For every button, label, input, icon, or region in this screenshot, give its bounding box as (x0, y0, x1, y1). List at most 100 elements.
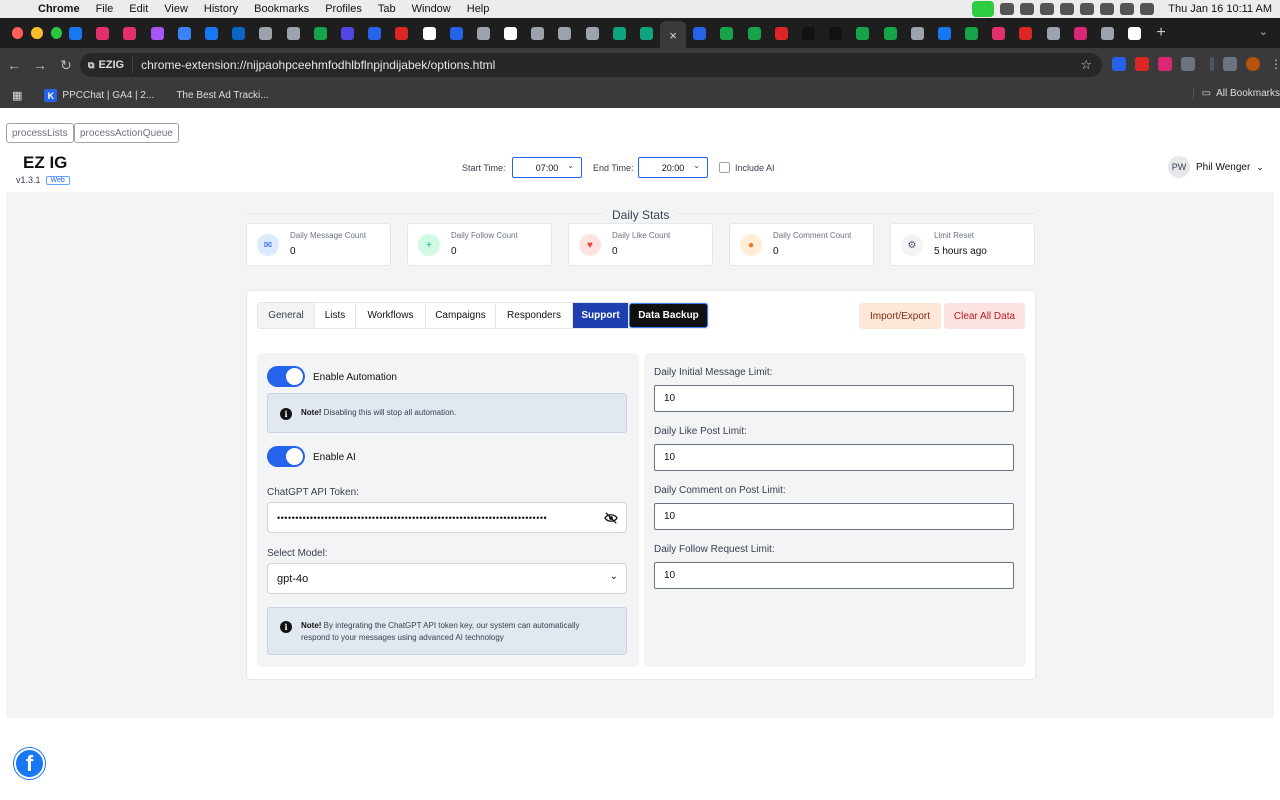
reload-icon[interactable]: ↻ (54, 57, 78, 74)
bookmark-item[interactable]: K PPCChat | GA4 | 2... (44, 89, 154, 102)
status-icon[interactable] (1060, 3, 1075, 15)
browser-tab[interactable] (822, 21, 849, 45)
browser-tab[interactable] (280, 21, 307, 45)
tab-data-backup[interactable]: Data Backup (629, 303, 708, 328)
extension-icon[interactable] (1135, 57, 1149, 71)
include-ai-checkbox[interactable] (719, 162, 730, 173)
browser-tab[interactable] (171, 21, 198, 45)
start-time-select[interactable]: 07:00 ⌄ (512, 157, 582, 178)
address-bar[interactable]: ⧉ EZIG chrome-extension://nijpaohpceehmf… (80, 53, 1102, 77)
tab-workflows[interactable]: Workflows (356, 303, 426, 328)
apps-grid-icon[interactable]: ▦ (12, 89, 22, 102)
menu-window[interactable]: Window (404, 3, 459, 15)
new-tab-button[interactable]: + (1156, 24, 1165, 42)
status-icon[interactable] (1000, 3, 1015, 15)
browser-tab[interactable] (89, 21, 116, 45)
menu-profiles[interactable]: Profiles (317, 3, 370, 15)
maximize-window-icon[interactable] (50, 27, 62, 39)
browser-tab[interactable] (931, 21, 958, 45)
status-icon[interactable] (1020, 3, 1035, 15)
tab-search-icon[interactable]: ⌄ (1259, 25, 1268, 38)
browser-tab[interactable] (579, 21, 606, 45)
forward-icon[interactable]: → (28, 57, 52, 73)
browser-tab-active[interactable]: × (660, 21, 687, 49)
browser-tab[interactable] (116, 21, 143, 45)
browser-tab[interactable] (1094, 21, 1121, 45)
close-window-icon[interactable] (12, 27, 24, 39)
menu-file[interactable]: File (88, 3, 122, 15)
browser-tab[interactable] (1012, 21, 1039, 45)
enable-automation-toggle[interactable] (267, 366, 305, 387)
browser-tab[interactable] (252, 21, 279, 45)
enable-ai-toggle[interactable] (267, 446, 305, 467)
tab-support[interactable]: Support (573, 303, 629, 328)
browser-tab[interactable] (388, 21, 415, 45)
menu-history[interactable]: History (196, 3, 246, 15)
facetime-icon[interactable] (972, 1, 995, 17)
url-text[interactable]: chrome-extension://nijpaohpceehmfodhlbfl… (133, 58, 495, 72)
browser-tab[interactable] (524, 21, 551, 45)
close-icon[interactable]: × (669, 28, 677, 43)
browser-tab[interactable] (606, 21, 633, 45)
browser-tab[interactable] (497, 21, 524, 45)
control-center-icon[interactable] (1140, 3, 1155, 15)
back-icon[interactable]: ← (2, 57, 26, 73)
browser-tab[interactable] (904, 21, 931, 45)
battery-icon[interactable] (1120, 3, 1135, 15)
profile-avatar[interactable] (1246, 57, 1260, 71)
all-bookmarks-button[interactable]: ▭ All Bookmarks (1192, 88, 1280, 99)
clear-all-data-button[interactable]: Clear All Data (944, 303, 1025, 329)
bookmark-item[interactable]: The Best Ad Tracki... (176, 90, 268, 101)
tab-campaigns[interactable]: Campaigns (426, 303, 496, 328)
process-action-queue-button[interactable]: processActionQueue (74, 123, 179, 143)
browser-tab[interactable] (633, 21, 660, 45)
browser-tab[interactable] (62, 21, 89, 45)
status-icon[interactable] (1080, 3, 1095, 15)
user-menu[interactable]: PW Phil Wenger ⌄ (1168, 156, 1264, 178)
browser-tab[interactable] (795, 21, 822, 45)
process-lists-button[interactable]: processLists (6, 123, 74, 143)
menu-tab[interactable]: Tab (370, 3, 404, 15)
like-post-limit-input[interactable]: 10 (654, 444, 1014, 471)
browser-tab[interactable] (876, 21, 903, 45)
import-export-button[interactable]: Import/Export (859, 303, 941, 329)
status-icon[interactable] (1040, 3, 1055, 15)
browser-tab[interactable] (686, 21, 713, 45)
tab-responders[interactable]: Responders (496, 303, 573, 328)
bookmark-star-icon[interactable]: ☆ (1080, 57, 1092, 73)
browser-tab[interactable] (225, 21, 252, 45)
minimize-window-icon[interactable] (31, 27, 43, 39)
menu-help[interactable]: Help (459, 3, 498, 15)
follow-request-limit-input[interactable]: 10 (654, 562, 1014, 589)
tab-general[interactable]: General (258, 303, 315, 328)
browser-tab[interactable] (958, 21, 985, 45)
menu-edit[interactable]: Edit (121, 3, 156, 15)
browser-tab[interactable] (768, 21, 795, 45)
menu-view[interactable]: View (156, 3, 196, 15)
browser-tab[interactable] (470, 21, 497, 45)
initial-message-limit-input[interactable]: 10 (654, 385, 1014, 412)
browser-tab[interactable] (307, 21, 334, 45)
browser-tab[interactable] (144, 21, 171, 45)
tab-lists[interactable]: Lists (315, 303, 356, 328)
browser-tab[interactable] (849, 21, 876, 45)
sidebar-icon[interactable] (1223, 57, 1237, 71)
browser-tab[interactable] (985, 21, 1012, 45)
extension-icon[interactable] (1158, 57, 1172, 71)
eye-off-icon[interactable] (604, 512, 618, 524)
facebook-logo-icon[interactable]: f (14, 748, 45, 779)
browser-tab[interactable] (361, 21, 388, 45)
site-chip[interactable]: ⧉ EZIG (80, 57, 134, 73)
browser-tab[interactable] (1067, 21, 1094, 45)
kebab-menu-icon[interactable]: ⋮ (1269, 57, 1280, 71)
browser-tab[interactable] (1040, 21, 1067, 45)
browser-tab[interactable] (198, 21, 225, 45)
extension-icon[interactable] (1112, 57, 1126, 71)
browser-tab[interactable] (741, 21, 768, 45)
comment-limit-input[interactable]: 10 (654, 503, 1014, 530)
browser-tab[interactable] (334, 21, 361, 45)
browser-tab[interactable] (551, 21, 578, 45)
wifi-icon[interactable] (1100, 3, 1115, 15)
browser-tab[interactable] (415, 21, 442, 45)
end-time-select[interactable]: 20:00 ⌄ (638, 157, 708, 178)
